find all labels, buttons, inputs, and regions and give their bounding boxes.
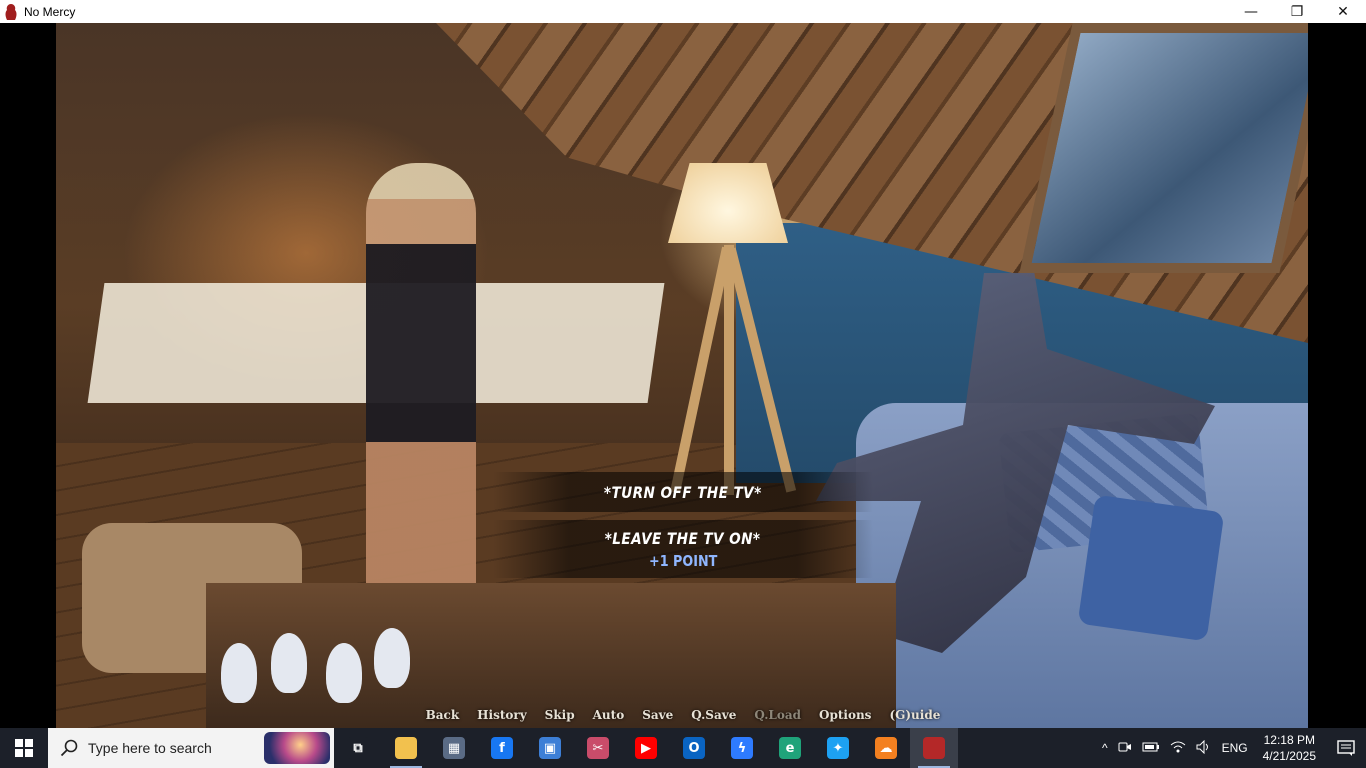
vase [374, 628, 410, 688]
choice-label: *LEAVE THE TV ON* [605, 528, 761, 548]
windows-icon [15, 739, 33, 757]
taskbar-app-edge[interactable]: e [766, 728, 814, 768]
clock-date: 4/21/2025 [1262, 749, 1316, 763]
taskbar: Type here to search ⧉ ▦ f ▣ ✂ ▶ Oϟ e ✦ ☁ ^ ENG 12… [0, 728, 1366, 768]
taskbar-app-outlook[interactable]: O [670, 728, 718, 768]
app-icon [4, 3, 18, 20]
taskbar-app-calculator[interactable]: ▦ [430, 728, 478, 768]
quick-menu-qload[interactable]: Q.Load [754, 708, 801, 722]
taskbar-apps: ⧉ ▦ f ▣ ✂ ▶ Oϟ e ✦ ☁ [334, 728, 958, 768]
taskbar-app-youtube[interactable]: ▶ [622, 728, 670, 768]
taskbar-app-control-panel[interactable]: ▣ [526, 728, 574, 768]
search-icon [60, 739, 78, 757]
taskbar-app-snipping-tool[interactable]: ✂ [574, 728, 622, 768]
choice-bar[interactable]: *TURN OFF THE TV* [493, 472, 873, 512]
maximize-button[interactable]: ❐ [1274, 0, 1320, 23]
search-box[interactable]: Type here to search [48, 728, 334, 768]
control-panel-icon: ▣ [539, 737, 561, 759]
window-titlebar: No Mercy — ❐ ✕ [0, 0, 1366, 23]
quick-menu: Back History Skip Auto Save Q.Save Q.Loa… [0, 708, 1366, 722]
meet-now-icon[interactable] [1113, 741, 1137, 756]
cloudflare-icon: ☁ [875, 737, 897, 759]
quick-menu-history[interactable]: History [477, 708, 527, 722]
taskbar-app-no-mercy-game[interactable] [910, 728, 958, 768]
taskbar-app-twitter[interactable]: ✦ [814, 728, 862, 768]
no-mercy-game-icon [923, 737, 945, 759]
minimize-button[interactable]: — [1228, 0, 1274, 23]
choice-leave-tv-on[interactable]: *LEAVE THE TV ON* +1 POINT [0, 520, 1366, 578]
clock-time: 12:18 PM [1263, 733, 1315, 747]
taskbar-app-messenger[interactable]: ϟ [718, 728, 766, 768]
quick-menu-auto[interactable]: Auto [593, 708, 625, 722]
vase [326, 643, 362, 703]
choice-bar[interactable]: *LEAVE THE TV ON* +1 POINT [493, 520, 873, 578]
file-explorer-icon [395, 737, 417, 759]
quick-menu-skip[interactable]: Skip [545, 708, 575, 722]
quick-menu-options[interactable]: Options [819, 708, 871, 722]
window-controls: — ❐ ✕ [1228, 0, 1366, 23]
messenger-icon: ϟ [731, 737, 753, 759]
lamp-leg [724, 245, 734, 495]
outlook-icon: O [683, 737, 705, 759]
snipping-tool-icon: ✂ [587, 737, 609, 759]
vase [271, 633, 307, 693]
language-indicator[interactable]: ENG [1217, 741, 1253, 755]
choice-label: *TURN OFF THE TV* [604, 482, 762, 502]
twitter-icon: ✦ [827, 737, 849, 759]
choice-turn-off-tv[interactable]: *TURN OFF THE TV* [0, 472, 1366, 512]
notification-center-icon[interactable] [1326, 728, 1366, 768]
taskbar-app-cloudflare[interactable]: ☁ [862, 728, 910, 768]
system-tray: ^ ENG 12:18 PM 4/21/2025 [1097, 728, 1366, 768]
calculator-icon: ▦ [443, 737, 465, 759]
coffee-table [206, 583, 896, 728]
youtube-icon: ▶ [635, 737, 657, 759]
game-scene[interactable] [56, 23, 1308, 728]
start-button[interactable] [0, 728, 48, 768]
show-hidden-icons-chevron-icon[interactable]: ^ [1097, 741, 1113, 755]
quick-menu-back[interactable]: Back [426, 708, 460, 722]
taskbar-app-file-explorer[interactable] [382, 728, 430, 768]
edge-icon: e [779, 737, 801, 759]
taskbar-app-task-view[interactable]: ⧉ [334, 728, 382, 768]
vase [221, 643, 257, 703]
taskbar-app-facebook[interactable]: f [478, 728, 526, 768]
task-view-icon: ⧉ [347, 737, 369, 759]
facebook-icon: f [491, 737, 513, 759]
search-placeholder: Type here to search [88, 740, 212, 756]
wifi-icon[interactable] [1165, 741, 1191, 756]
quick-menu-save[interactable]: Save [642, 708, 673, 722]
choice-points: +1 POINT [648, 551, 718, 570]
quick-menu-qsave[interactable]: Q.Save [691, 708, 736, 722]
close-button[interactable]: ✕ [1320, 0, 1366, 23]
volume-icon[interactable] [1191, 739, 1217, 757]
battery-icon[interactable] [1137, 741, 1165, 756]
window-title: No Mercy [24, 4, 76, 19]
quick-menu-guide[interactable]: (G)uide [889, 708, 940, 722]
search-highlight-image[interactable] [264, 732, 330, 764]
clock[interactable]: 12:18 PM 4/21/2025 [1253, 732, 1326, 764]
